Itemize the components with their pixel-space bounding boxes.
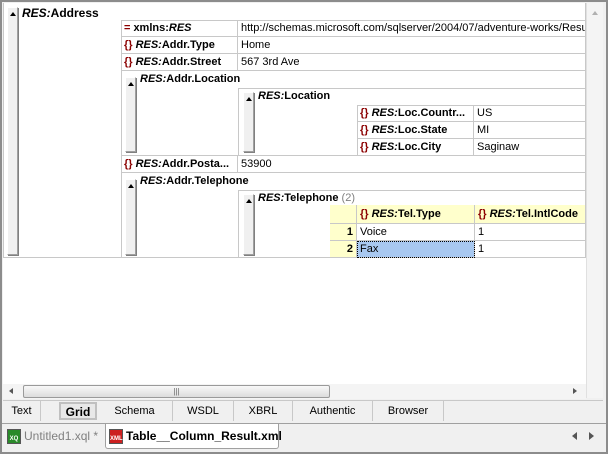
tab-xbrl[interactable]: XBRL bbox=[234, 401, 293, 421]
xmlns-name[interactable]: = xmlns:RES bbox=[121, 20, 238, 37]
tel-type-cell-selected[interactable]: Fax bbox=[357, 241, 475, 258]
tab-scroll-right-icon[interactable] bbox=[589, 432, 594, 440]
tab-scroll-left-icon[interactable] bbox=[572, 432, 577, 440]
xml-file-icon: XML bbox=[109, 429, 123, 444]
tel-intlcode-cell[interactable]: 1 bbox=[475, 224, 586, 241]
tab-text[interactable]: Text bbox=[3, 401, 41, 421]
tab-grid[interactable]: Grid bbox=[59, 402, 97, 420]
address-label: RES:Address bbox=[22, 6, 99, 20]
loc-country-value[interactable]: US bbox=[474, 105, 586, 122]
horizontal-scrollbar[interactable]: ||| bbox=[3, 384, 586, 399]
loc-state-name[interactable]: {} RES:Loc.State bbox=[357, 122, 474, 139]
tab-schema[interactable]: Schema bbox=[97, 401, 173, 421]
tab-wsdl[interactable]: WSDL bbox=[173, 401, 234, 421]
column-header-tel-intlcode[interactable]: {} RES:Tel.IntlCode bbox=[475, 205, 586, 224]
loc-city-value[interactable]: Saginaw bbox=[474, 139, 586, 156]
row-number[interactable]: 1 bbox=[330, 224, 357, 241]
tel-type-cell[interactable]: Voice bbox=[357, 224, 475, 241]
collapse-telephone-toggle[interactable] bbox=[125, 179, 136, 255]
doc-tab-untitled1[interactable]: XQ Untitled1.xql * bbox=[4, 424, 104, 449]
addr-telephone-label: RES:Addr.Telephone bbox=[140, 175, 249, 187]
grid-view: RES:Address = xmlns:RES http://schemas.mi… bbox=[3, 3, 586, 384]
addr-street-value[interactable]: 567 3rd Ave bbox=[238, 54, 586, 71]
loc-country-name[interactable]: {} RES:Loc.Countr... bbox=[357, 105, 474, 122]
vertical-scrollbar[interactable] bbox=[586, 3, 603, 398]
tab-authentic[interactable]: Authentic bbox=[293, 401, 373, 421]
scroll-thumb[interactable]: ||| bbox=[23, 385, 330, 398]
collapse-location-toggle[interactable] bbox=[125, 77, 136, 152]
tab-browser[interactable]: Browser bbox=[373, 401, 444, 421]
scroll-left-icon[interactable] bbox=[9, 388, 13, 394]
row-number-header bbox=[330, 205, 357, 224]
location-label: RES:Location bbox=[258, 90, 331, 102]
telephone-label: RES:Telephone (2) bbox=[258, 192, 355, 204]
addr-type-value[interactable]: Home bbox=[238, 37, 586, 54]
loc-state-value[interactable]: MI bbox=[474, 122, 586, 139]
xquery-file-icon: XQ bbox=[7, 429, 21, 444]
loc-city-name[interactable]: {} RES:Loc.City bbox=[357, 139, 474, 156]
row-number[interactable]: 2 bbox=[330, 241, 357, 258]
collapse-telephone-inner-toggle[interactable] bbox=[243, 194, 254, 255]
addr-postal-name[interactable]: {} RES:Addr.Posta... bbox=[121, 156, 238, 173]
doc-tab-table-column-result[interactable]: XML Table__Column_Result.xml bbox=[105, 424, 282, 449]
tel-intlcode-cell[interactable]: 1 bbox=[475, 241, 586, 258]
addr-type-name[interactable]: {} RES:Addr.Type bbox=[121, 37, 238, 54]
scroll-up-icon[interactable] bbox=[592, 11, 598, 15]
addr-location-label: RES:Addr.Location bbox=[140, 73, 241, 85]
xmlns-value[interactable]: http://schemas.microsoft.com/sqlserver/2… bbox=[238, 20, 586, 37]
addr-street-name[interactable]: {} RES:Addr.Street bbox=[121, 54, 238, 71]
column-header-tel-type[interactable]: {} RES:Tel.Type bbox=[357, 205, 475, 224]
collapse-address-toggle[interactable] bbox=[7, 7, 18, 255]
collapse-location-inner-toggle[interactable] bbox=[243, 92, 254, 152]
addr-postal-value[interactable]: 53900 bbox=[238, 156, 586, 173]
scroll-right-icon[interactable] bbox=[573, 388, 577, 394]
